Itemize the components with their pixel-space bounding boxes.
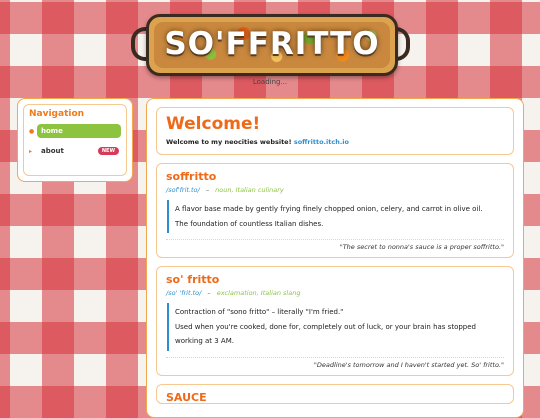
entry-word: soffritto bbox=[166, 170, 217, 183]
sidebar: Navigation ● home ▸ about NEW bbox=[17, 98, 133, 182]
entry-word: SAUCE bbox=[166, 390, 207, 404]
dictionary-entry: soffritto /sof'frit.to/ – noun, Italian … bbox=[156, 163, 514, 258]
definition-line: Contraction of "sono fritto" – literally… bbox=[175, 308, 344, 316]
arrow-icon: ▸ bbox=[29, 147, 33, 155]
entry-part-of-speech: exclamation, Italian slang bbox=[216, 289, 301, 297]
definition-line: Used when you're cooked, done for, compl… bbox=[175, 322, 476, 346]
sidebar-inner: Navigation ● home ▸ about NEW bbox=[23, 104, 127, 176]
welcome-message: Welcome to my neocities website! bbox=[166, 138, 292, 146]
dictionary-entry: so' fritto /so' 'frit.to/ – exclamation,… bbox=[156, 266, 514, 376]
entry-part-of-speech: noun, Italian culinary bbox=[215, 186, 284, 194]
welcome-card: Welcome! Welcome to my neocities website… bbox=[156, 107, 514, 155]
dictionary-entry-partial: SAUCE bbox=[156, 383, 514, 404]
loading-text: Loading... bbox=[252, 78, 288, 86]
main-content: Welcome! Welcome to my neocities website… bbox=[146, 98, 524, 418]
bullet-icon: ● bbox=[29, 127, 35, 135]
entry-quote: "The secret to nonna's sauce is a proper… bbox=[166, 239, 504, 251]
entry-separator: – bbox=[207, 289, 211, 297]
entry-word: so' fritto bbox=[166, 273, 220, 286]
site-title: SO'FFRITTO bbox=[164, 26, 380, 62]
welcome-title: Welcome! bbox=[166, 114, 261, 134]
sidebar-item-home[interactable]: ● home bbox=[29, 123, 121, 139]
welcome-text: Welcome to my neocities website! soffrit… bbox=[166, 138, 504, 146]
entry-pronunciation: /so' 'frit.to/ bbox=[166, 289, 202, 297]
definition-line: The foundation of countless Italian dish… bbox=[175, 219, 324, 228]
entry-meta: /so' 'frit.to/ – exclamation, Italian sl… bbox=[166, 289, 504, 297]
new-badge: NEW bbox=[97, 147, 119, 155]
itch-link[interactable]: soffritto.itch.io bbox=[294, 138, 349, 146]
entry-meta: /sof'frit.to/ – noun, Italian culinary bbox=[166, 186, 504, 194]
header-logo: SO'FFRITTO bbox=[146, 14, 398, 76]
entry-definition: A flavor base made by gently frying fine… bbox=[167, 200, 504, 233]
entry-pronunciation: /sof'frit.to/ bbox=[166, 186, 200, 194]
sidebar-item-label[interactable]: home bbox=[37, 124, 121, 138]
sidebar-item-about[interactable]: ▸ about NEW bbox=[29, 143, 121, 159]
definition-line: A flavor base made by gently frying fine… bbox=[175, 205, 483, 213]
entry-quote: "Deadline's tomorrow and I haven't start… bbox=[166, 356, 504, 369]
nav-title: Navigation bbox=[29, 109, 85, 119]
entry-separator: – bbox=[205, 186, 210, 194]
entry-definition: Contraction of "sono fritto" – literally… bbox=[167, 303, 504, 351]
